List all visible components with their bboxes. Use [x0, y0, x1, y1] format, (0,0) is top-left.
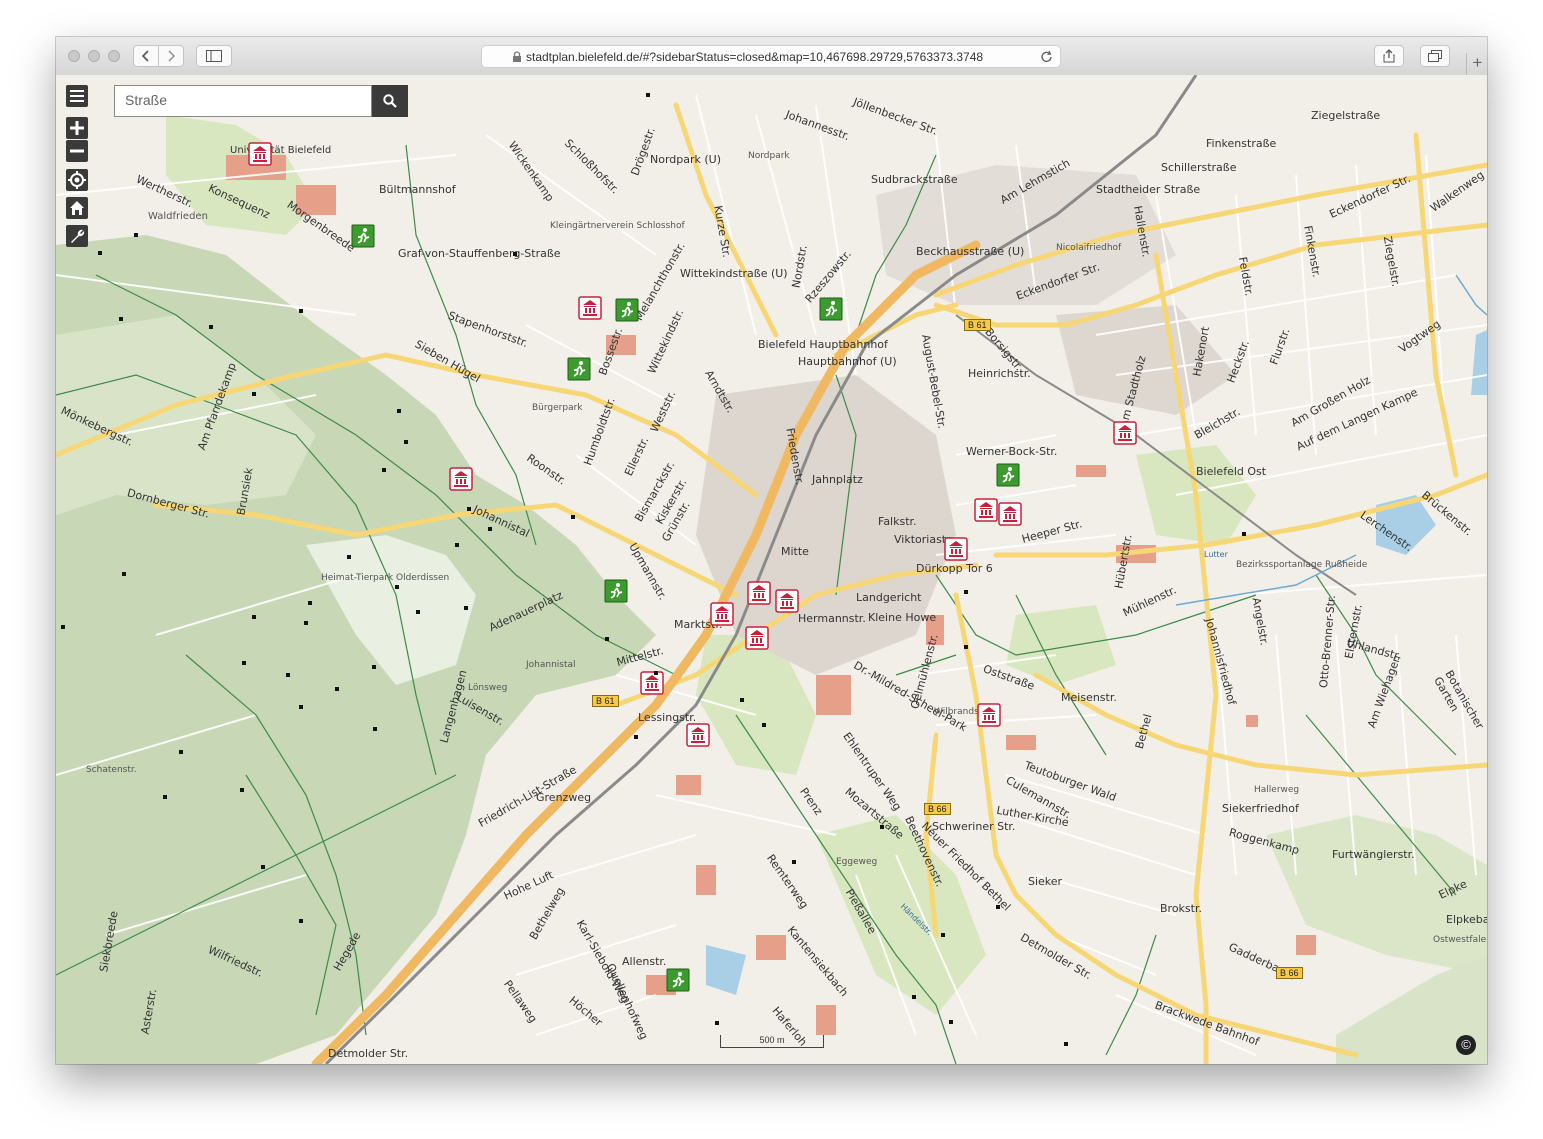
museum-icon[interactable]: [974, 498, 998, 522]
sidebar-toggle-icon[interactable]: [196, 45, 232, 67]
locate-button[interactable]: [66, 169, 88, 191]
museum-icon[interactable]: [745, 626, 769, 650]
copyright-icon[interactable]: ©: [1456, 1035, 1476, 1055]
museum-icon[interactable]: [449, 467, 473, 491]
museum-icon[interactable]: [248, 142, 272, 166]
home-icon: [70, 201, 84, 215]
menu-icon: [70, 90, 84, 102]
sport-icon[interactable]: [604, 579, 628, 603]
zoom-out-button[interactable]: [66, 140, 88, 162]
museum-icon[interactable]: [710, 602, 734, 626]
street-search-field[interactable]: [114, 85, 372, 117]
museum-icon[interactable]: [998, 502, 1022, 526]
browser-toolbar: stadtplan.bielefeld.de/#?sidebarStatus=c…: [56, 37, 1487, 76]
wrench-icon: [71, 229, 85, 243]
locate-icon: [68, 171, 86, 189]
sport-icon[interactable]: [351, 224, 375, 248]
museum-icon[interactable]: [640, 671, 664, 695]
share-icon[interactable]: [1374, 45, 1404, 67]
zoom-in-button[interactable]: [66, 117, 88, 139]
search-button[interactable]: [372, 85, 408, 117]
search-icon: [383, 94, 397, 108]
museum-icon[interactable]: [1113, 421, 1137, 445]
forward-icon[interactable]: [158, 45, 184, 67]
address-bar[interactable]: stadtplan.bielefeld.de/#?sidebarStatus=c…: [481, 45, 1061, 68]
museum-icon[interactable]: [686, 723, 710, 747]
museum-icon[interactable]: [977, 703, 1001, 727]
sport-icon[interactable]: [615, 298, 639, 322]
sport-icon[interactable]: [819, 297, 843, 321]
street-search-input[interactable]: [115, 86, 365, 114]
reload-icon[interactable]: [1040, 50, 1054, 64]
poi-layer: [61, 93, 1246, 1046]
zoom-out-icon: [70, 149, 84, 153]
museum-icon[interactable]: [775, 589, 799, 613]
scale-bar: 500 m: [720, 1035, 824, 1048]
tabs-overview-icon[interactable]: [1420, 45, 1450, 67]
new-tab-icon[interactable]: +: [1466, 53, 1487, 75]
lock-icon: [513, 51, 521, 62]
home-button[interactable]: [66, 197, 88, 219]
sport-icon[interactable]: [666, 968, 690, 992]
minimize-window-icon[interactable]: [88, 50, 100, 62]
zoom-in-icon: [70, 121, 84, 135]
museum-icon[interactable]: [944, 537, 968, 561]
url-text: stadtplan.bielefeld.de/#?sidebarStatus=c…: [526, 50, 984, 64]
sport-icon[interactable]: [996, 463, 1020, 487]
map-view[interactable]: Universität Bielefeld Konsequenz Werther…: [56, 75, 1487, 1064]
museum-icon[interactable]: [747, 581, 771, 605]
tools-button[interactable]: [66, 225, 88, 247]
back-icon[interactable]: [133, 45, 159, 67]
menu-button[interactable]: [66, 85, 88, 107]
close-window-icon[interactable]: [68, 50, 80, 62]
museum-icon[interactable]: [578, 296, 602, 320]
browser-window: stadtplan.bielefeld.de/#?sidebarStatus=c…: [56, 37, 1487, 1064]
zoom-window-icon[interactable]: [108, 50, 120, 62]
sport-icon[interactable]: [567, 357, 591, 381]
